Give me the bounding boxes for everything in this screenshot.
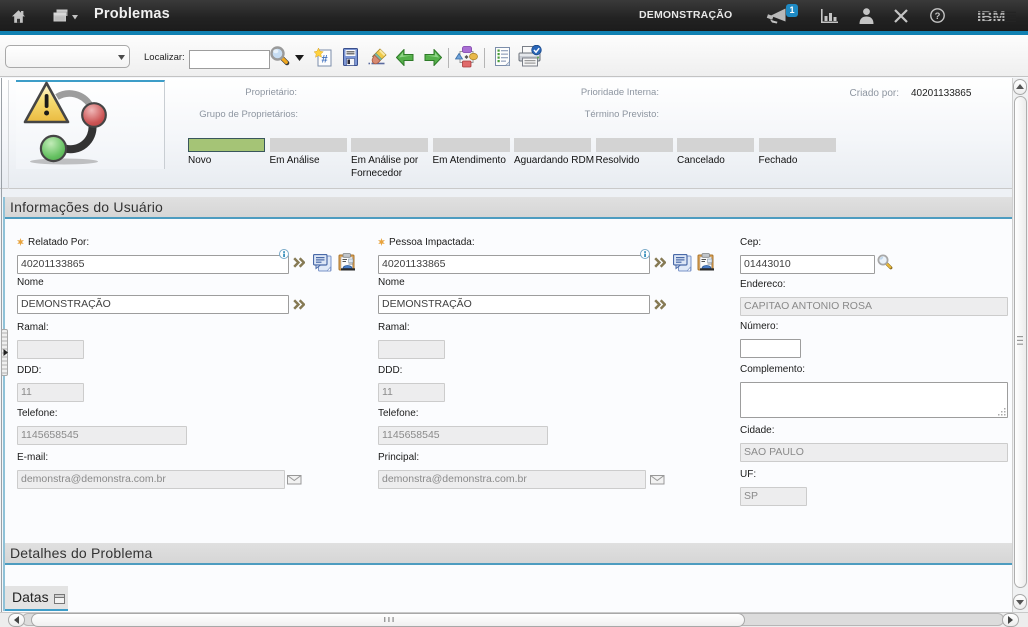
svg-text:#: # xyxy=(321,54,327,66)
svg-text:?: ? xyxy=(935,11,941,22)
